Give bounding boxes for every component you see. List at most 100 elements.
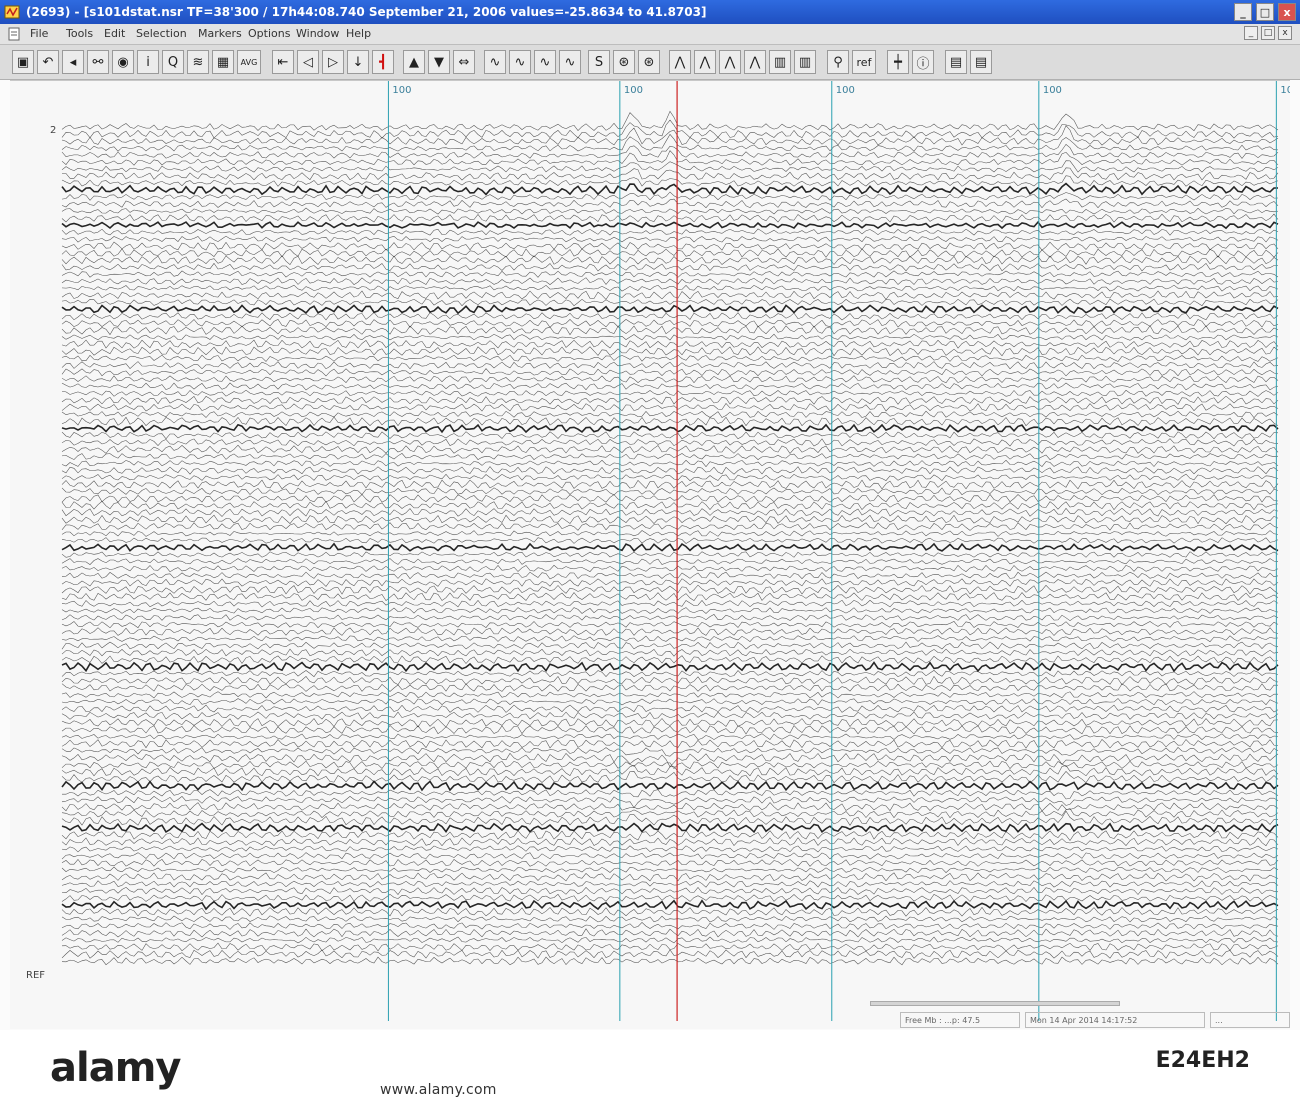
horizontal-scrollbar[interactable] (870, 1001, 1120, 1006)
tb-channel-icon[interactable]: ▣ (12, 50, 34, 74)
menu-file[interactable]: File (28, 24, 50, 44)
menu-edit[interactable]: Edit (102, 24, 127, 44)
tb-globe-icon[interactable]: ◉ (112, 50, 134, 74)
tb-print-icon[interactable]: ▤ (945, 50, 967, 74)
tb-next-marker-icon[interactable]: ▷ (322, 50, 344, 74)
doc-minimize-button[interactable]: _ (1244, 26, 1258, 40)
eeg-trace (61, 852, 1279, 860)
tb-back-icon[interactable]: ◂ (62, 50, 84, 74)
tb-wave2-icon[interactable]: ∿ (509, 50, 531, 74)
tb-ref-icon[interactable]: ref (852, 50, 876, 74)
eeg-trace (61, 808, 1279, 819)
tb-grid2-icon[interactable]: ▥ (794, 50, 816, 74)
menu-bar: File Tools Edit Selection Markers Option… (0, 24, 1300, 45)
menu-tools[interactable]: Tools (64, 24, 95, 44)
eeg-trace (61, 125, 1279, 146)
eeg-trace (61, 770, 1279, 784)
tb-filter1-icon[interactable]: ┿ (887, 50, 909, 74)
tb-peaks1-icon[interactable]: ⋀ (669, 50, 691, 74)
eeg-trace (61, 493, 1279, 503)
eeg-trace (61, 514, 1279, 525)
eeg-trace (61, 473, 1279, 482)
eeg-trace (61, 822, 1279, 834)
eeg-trace (61, 119, 1279, 139)
eeg-trace (61, 325, 1279, 336)
tb-first-marker-icon[interactable]: ⇤ (272, 50, 294, 74)
status-extra: ... (1210, 1012, 1290, 1028)
tb-wave1-icon[interactable]: ∿ (484, 50, 506, 74)
eeg-trace (61, 410, 1279, 419)
eeg-trace-plot[interactable]: 100 100 100 100 100 2 REF (10, 80, 1290, 1029)
tb-grid1-icon[interactable]: ▥ (769, 50, 791, 74)
eeg-trace (61, 564, 1279, 573)
menu-markers[interactable]: Markers (196, 24, 244, 44)
status-bar: Free Mb : ...p: 47.5 Mon 14 Apr 2014 14:… (860, 1012, 1300, 1028)
tb-save-icon[interactable]: ▤ (970, 50, 992, 74)
eeg-trace (61, 661, 1279, 673)
doc-restore-button[interactable]: □ (1261, 26, 1275, 40)
tb-montage-icon[interactable]: ≋ (187, 50, 209, 74)
eeg-trace (61, 160, 1279, 173)
eeg-trace (61, 886, 1279, 895)
minimize-button[interactable]: _ (1234, 3, 1252, 21)
document-icon (8, 27, 20, 41)
tb-zoom-icon[interactable]: Q (162, 50, 184, 74)
menu-selection[interactable]: Selection (134, 24, 189, 44)
tb-s-icon[interactable]: S (588, 50, 610, 74)
tb-peaks3-icon[interactable]: ⋀ (719, 50, 741, 74)
eeg-trace (61, 906, 1279, 917)
doc-close-button[interactable]: x (1278, 26, 1292, 40)
eeg-trace (61, 845, 1279, 853)
tb-info-icon[interactable]: i (137, 50, 159, 74)
tb-down-icon[interactable]: ▼ (428, 50, 450, 74)
tb-down-marker-icon[interactable]: ↓ (347, 50, 369, 74)
eeg-trace (61, 248, 1279, 258)
tb-peaks2-icon[interactable]: ⋀ (694, 50, 716, 74)
eeg-trace (61, 298, 1279, 307)
eeg-trace (61, 718, 1279, 728)
tb-filter2-icon[interactable]: ⓘ (912, 50, 934, 74)
title-bar[interactable]: (2693) - [s101dstat.nsr TF=38'300 / 17h4… (0, 0, 1300, 24)
tb-spikes1-icon[interactable]: ⊛ (613, 50, 635, 74)
tb-overlay-icon[interactable]: ▦ (212, 50, 234, 74)
trace-canvas[interactable]: 100 100 100 100 100 (10, 81, 1290, 1029)
tb-map-icon[interactable]: ⚲ (827, 50, 849, 74)
eeg-trace (61, 837, 1279, 847)
eeg-trace (61, 614, 1279, 622)
eeg-trace (61, 500, 1279, 511)
tb-link-icon[interactable]: ⚯ (87, 50, 109, 74)
app-logo-icon (4, 5, 20, 19)
eeg-trace (61, 956, 1279, 966)
time-marker-label: 100 (1280, 85, 1290, 96)
tb-undo-icon[interactable]: ↶ (37, 50, 59, 74)
menu-options[interactable]: Options (246, 24, 292, 44)
tb-peaks4-icon[interactable]: ⋀ (744, 50, 766, 74)
eeg-trace (61, 133, 1279, 152)
eeg-trace (61, 175, 1279, 187)
tb-spikes2-icon[interactable]: ⊛ (638, 50, 660, 74)
eeg-trace (61, 191, 1279, 201)
eeg-trace (61, 738, 1279, 749)
eeg-trace (61, 760, 1279, 770)
tb-up-icon[interactable]: ▲ (403, 50, 425, 74)
eeg-trace (61, 182, 1278, 196)
tb-red-marker-icon[interactable]: ┫ (372, 50, 394, 74)
tb-prev-marker-icon[interactable]: ◁ (297, 50, 319, 74)
tb-expand-icon[interactable]: ⇔ (453, 50, 475, 74)
eeg-trace (61, 339, 1279, 349)
eeg-trace (61, 872, 1279, 882)
eeg-trace (61, 284, 1279, 292)
eeg-trace (61, 899, 1279, 911)
watermark-logo: alamy (50, 1045, 181, 1091)
eeg-trace (61, 592, 1279, 602)
maximize-button[interactable]: □ (1256, 3, 1274, 21)
eeg-trace (61, 522, 1279, 531)
menu-window[interactable]: Window (294, 24, 341, 44)
tb-avg-icon[interactable]: AVG (237, 50, 261, 74)
tb-wave3-icon[interactable]: ∿ (534, 50, 556, 74)
menu-help[interactable]: Help (344, 24, 373, 44)
close-button[interactable]: x (1278, 3, 1296, 21)
application-screen: (2693) - [s101dstat.nsr TF=38'300 / 17h4… (0, 0, 1300, 1030)
tb-wave4-icon[interactable]: ∿ (559, 50, 581, 74)
time-marker-label: 100 (1043, 85, 1062, 96)
